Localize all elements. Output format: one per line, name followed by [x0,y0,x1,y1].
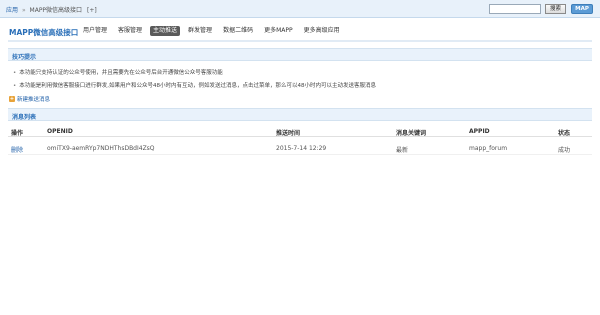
breadcrumb-current: MAPP微信高级接口 [29,7,83,14]
nav-user-management[interactable]: 用户管理 [80,26,110,36]
column-header-openid: OPENID [47,128,73,135]
tips-title: 技巧提示 [12,54,37,61]
tip-item: • 本功能是利用微信客服接口进行群发,如果用户和公众号48小时内有互动，例如发送过… [13,81,376,89]
column-header-status: 状态 [558,130,571,137]
breadcrumb-separator: » [21,7,26,14]
bullet-icon: • [13,83,17,89]
nav-divider [8,40,592,42]
messages-title: 消息列表 [12,114,37,121]
column-header-action: 操作 [11,130,24,137]
messages-header: 消息列表 [8,108,592,121]
nav-qrcode[interactable]: 数据二维码 [220,26,256,36]
column-header-keyword: 消息关键词 [396,130,427,137]
search-input[interactable] [489,4,541,14]
tip-text: 本功能只支持认证的公众号使用，并且需要先在公众号后台开通微信公众号客服功能 [19,70,223,76]
top-bar: 应用 » MAPP微信高级接口 [+] 搜索 MAP [0,0,600,18]
app-title[interactable]: MAPP微信高级接口 [9,27,78,38]
column-header-appid: APPID [469,128,490,135]
nav-more-apps[interactable]: 更多高级应用 [301,26,343,36]
add-icon: + [9,96,15,102]
breadcrumb: 应用 » MAPP微信高级接口 [+] [6,5,97,14]
nav-more-mapp[interactable]: 更多MAPP [261,26,296,36]
keyword-cell: 最新 [396,147,409,154]
tips-header: 技巧提示 [8,48,592,61]
delete-link[interactable]: 删除 [11,145,23,154]
tip-item: • 本功能只支持认证的公众号使用，并且需要先在公众号后台开通微信公众号客服功能 [13,68,223,76]
breadcrumb-home-link[interactable]: 应用 [6,7,18,14]
table-header-row: 操作 OPENID 推送时间 消息关键词 APPID 状态 [8,125,592,137]
map-button[interactable]: MAP [571,4,593,14]
breadcrumb-add-shortcut[interactable]: [+] [87,7,97,14]
nav-active-push[interactable]: 主动推送 [150,26,181,36]
nav-customer-service[interactable]: 客服管理 [115,26,145,36]
nav-mass-send[interactable]: 群发管理 [185,26,215,36]
openid-cell: omiTX9-aemRYp7NDHThsDBdI4ZsQ [47,145,155,152]
main-nav: 用户管理 客服管理 主动推送 群发管理 数据二维码 更多MAPP 更多高级应用 [80,26,348,36]
add-push-message-link[interactable]: + 新建推送消息 [9,95,50,103]
add-push-message-label: 新建推送消息 [17,97,51,103]
status-cell: 成功 [558,147,571,154]
appid-cell: mapp_forum [469,145,508,152]
time-cell: 2015-7-14 12:29 [276,145,327,152]
tip-text: 本功能是利用微信客服接口进行群发,如果用户和公众号48小时内有互动，例如发送过消… [19,83,377,89]
column-header-time: 推送时间 [276,130,301,137]
search-button[interactable]: 搜索 [545,4,566,14]
table-row: 删除 omiTX9-aemRYp7NDHThsDBdI4ZsQ 2015-7-1… [8,142,592,155]
bullet-icon: • [13,70,17,76]
